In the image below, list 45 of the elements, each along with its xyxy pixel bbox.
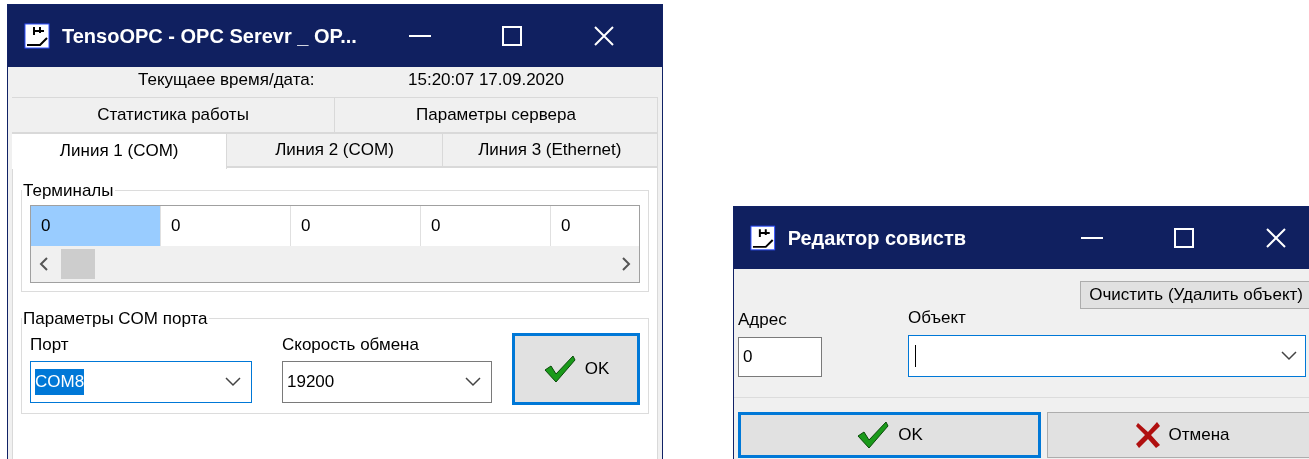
dropdown[interactable]: COM8 [30, 361, 252, 403]
checkmark-icon [856, 419, 891, 450]
group-title: Терминалы [22, 179, 115, 202]
close-icon [1265, 227, 1287, 249]
tab[interactable]: Линия 2 (COM) [227, 132, 443, 167]
clock-value: 15:20:07 17.09.2020 [408, 69, 564, 91]
field-label: Объект [908, 307, 967, 329]
group-title: Параметры COM порта [22, 308, 209, 330]
minimize-icon [409, 35, 431, 37]
cross-icon [1134, 420, 1161, 449]
horizontal-scrollbar[interactable] [31, 246, 639, 282]
ok-button[interactable]: OK [512, 333, 640, 405]
dropdown[interactable]: 19200 [282, 361, 492, 403]
chevron-down-icon [465, 377, 481, 387]
maximize-icon [1174, 228, 1194, 248]
close-icon [593, 25, 615, 47]
scroll-left-icon[interactable] [39, 257, 49, 271]
app-icon [750, 225, 776, 251]
object-dropdown[interactable] [908, 334, 1306, 377]
clear-button[interactable]: Очистить (Удалить объект) [1080, 281, 1309, 309]
window-title: TensoOPC - OPC Serevr _ OP... [62, 24, 358, 49]
tab[interactable]: Статистика работы [12, 96, 335, 133]
maximize-icon [502, 26, 522, 46]
tab[interactable]: Параметры сервера [335, 96, 658, 133]
field-label: Адрес [738, 309, 788, 331]
dropdown-value: 19200 [287, 371, 335, 394]
text-cursor [915, 344, 916, 367]
ok-button[interactable]: OK [738, 411, 1041, 458]
app-icon [24, 23, 50, 49]
dropdown-value: COM8 [35, 369, 85, 395]
tab[interactable]: Линия 1 (COM) [12, 132, 228, 169]
clock-label: Текущаее время/дата: [138, 69, 316, 91]
checkmark-icon [542, 354, 577, 384]
chevron-down-icon [225, 377, 241, 387]
chevron-down-icon [1281, 350, 1297, 361]
tab[interactable]: Линия 3 (Ethernet) [442, 132, 658, 167]
window-title: Редактор совиств [787, 226, 968, 251]
cancel-button[interactable]: Отмена [1047, 411, 1309, 458]
field-label: Порт [30, 333, 70, 356]
grid-cell[interactable]: 0 [31, 206, 161, 246]
address-field[interactable]: 0 [738, 336, 822, 377]
scrollbar-thumb[interactable] [61, 249, 95, 279]
field-label: Скорость обмена [282, 333, 420, 356]
minimize-icon [1081, 237, 1103, 239]
scroll-right-icon[interactable] [621, 257, 631, 271]
